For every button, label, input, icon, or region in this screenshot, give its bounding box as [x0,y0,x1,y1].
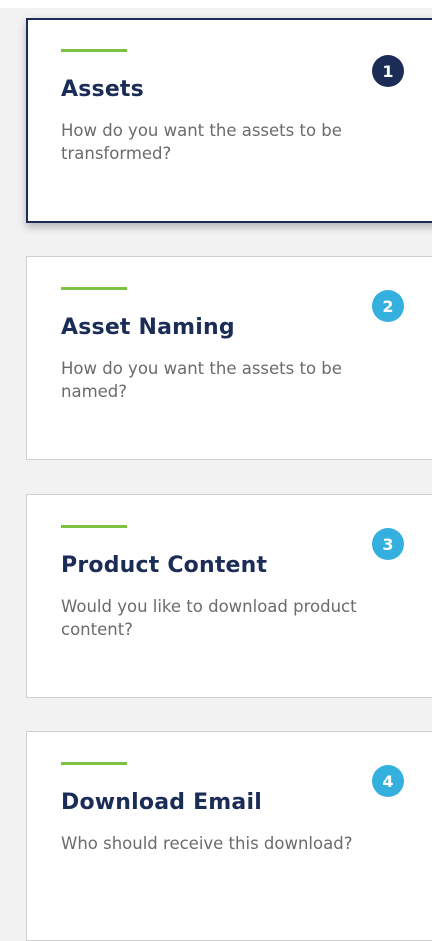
step-title: Product Content [61,553,268,578]
step-description: Would you like to download product conte… [61,597,357,639]
accent-bar [61,762,127,765]
step-card-download-email[interactable]: Download Email Who should receive this d… [26,731,432,941]
accent-bar [61,525,127,528]
step-description: How do you want the assets to be named? [61,359,342,401]
accent-bar [61,49,127,52]
step-description: How do you want the assets to be transfo… [61,121,342,163]
step-title: Asset Naming [61,315,235,340]
step-title: Assets [61,77,144,102]
step-card-assets[interactable]: Assets How do you want the assets to be … [26,18,432,223]
top-band [0,0,432,8]
step-number-badge: 2 [372,290,404,322]
step-title: Download Email [61,790,262,815]
step-card-product-content[interactable]: Product Content Would you like to downlo… [26,494,432,698]
step-description: Who should receive this download? [61,834,353,853]
step-number-badge: 1 [372,55,404,87]
step-number-badge: 3 [372,528,404,560]
accent-bar [61,287,127,290]
step-card-asset-naming[interactable]: Asset Naming How do you want the assets … [26,256,432,460]
step-number-badge: 4 [372,765,404,797]
